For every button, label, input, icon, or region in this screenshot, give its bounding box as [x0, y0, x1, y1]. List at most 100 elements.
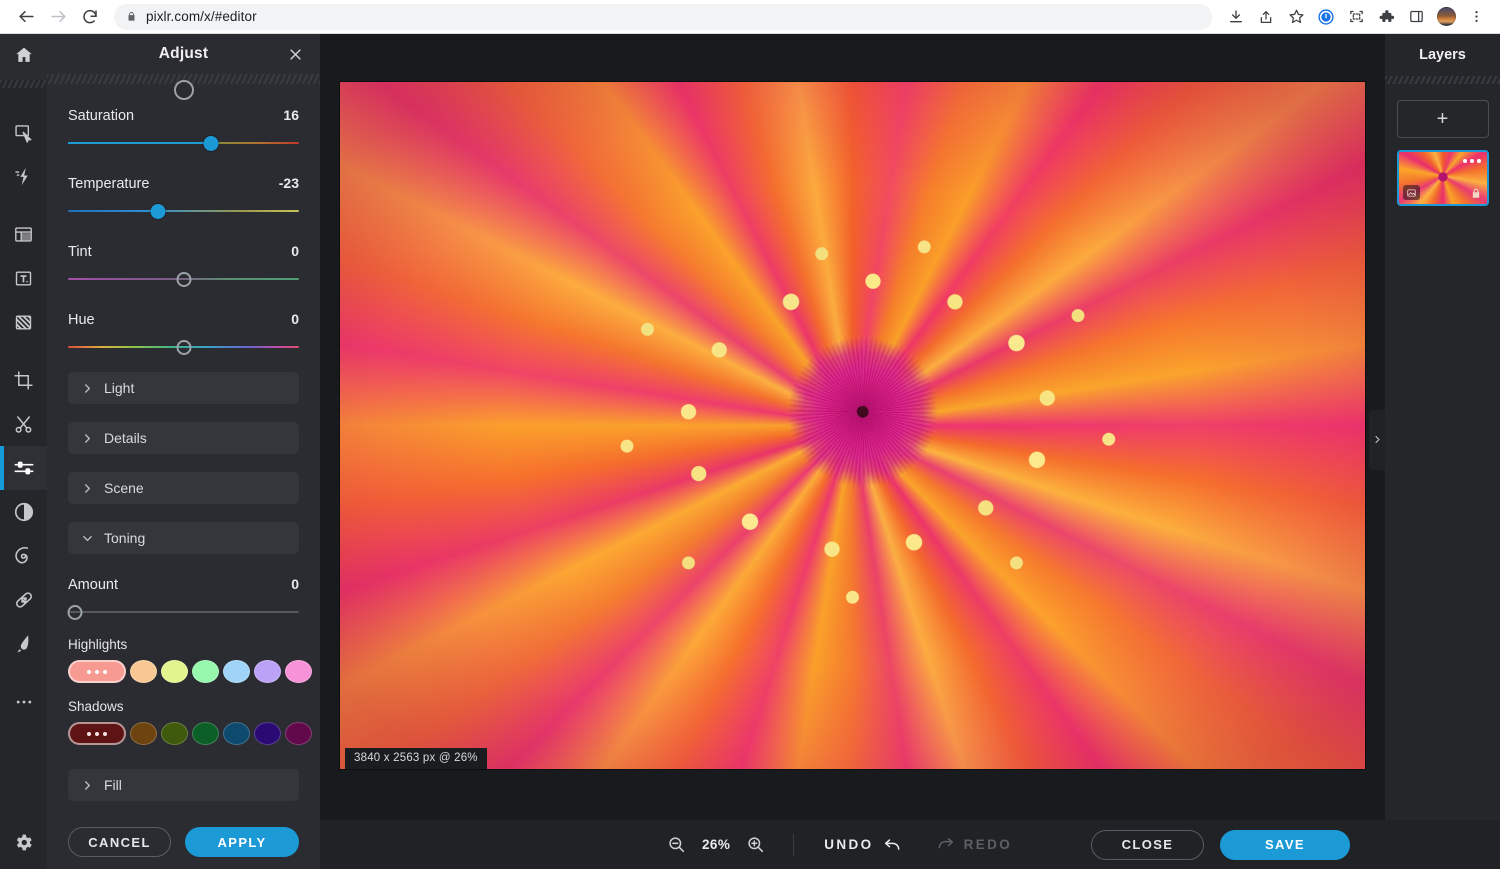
slider-label: Temperature [68, 176, 150, 192]
zoom-in-icon[interactable] [746, 835, 765, 854]
highlights-swatches [68, 660, 312, 683]
slider-track[interactable] [68, 134, 299, 152]
image-canvas[interactable]: 3840 x 2563 px @ 26% [340, 82, 1365, 769]
section-light[interactable]: Light [68, 372, 299, 404]
sidebar-item-pattern[interactable] [0, 300, 47, 344]
section-label: Toning [104, 530, 146, 546]
sidebar-item-draw[interactable] [0, 622, 47, 666]
slider-amount[interactable] [67, 603, 299, 621]
swatch-highlight-selected[interactable] [68, 660, 126, 683]
home-icon [14, 45, 34, 70]
section-scene[interactable]: Scene [68, 472, 299, 504]
slider-temperature[interactable]: Temperature -23 [68, 152, 299, 220]
layer-options-icon[interactable] [1462, 159, 1481, 163]
slider-track[interactable] [68, 270, 299, 288]
slider-track[interactable] [68, 338, 299, 356]
sidebar-item-more[interactable] [0, 680, 47, 724]
panel-scroll-divider [47, 74, 320, 84]
section-details[interactable]: Details [68, 422, 299, 454]
swatch-highlight[interactable] [223, 660, 250, 683]
slider-handle[interactable] [67, 605, 83, 620]
share-icon[interactable] [1252, 3, 1280, 31]
canvas-size-label: 3840 x 2563 px @ 26% [345, 748, 487, 769]
document-actions: CLOSE SAVE [1091, 829, 1350, 860]
settings-button[interactable] [0, 820, 47, 869]
zoom-level-label: 26% [702, 837, 731, 852]
sidebar-item-retouch[interactable] [0, 578, 47, 622]
section-fill[interactable]: Fill [68, 769, 299, 801]
spiral-icon [13, 545, 35, 567]
collapse-layers-chevron-icon[interactable] [1369, 409, 1385, 470]
sidebar-item-text[interactable] [0, 256, 47, 300]
slider-handle[interactable] [176, 272, 191, 287]
section-label: Light [104, 380, 135, 396]
swatch-shadow[interactable] [254, 722, 281, 745]
bookmark-star-icon[interactable] [1282, 3, 1310, 31]
password-manager-icon[interactable] [1312, 3, 1340, 31]
undo-label: UNDO [824, 837, 874, 852]
sidebar-item-cutout[interactable] [0, 402, 47, 446]
chevron-down-icon [82, 533, 98, 544]
slider-handle[interactable] [176, 340, 191, 355]
sidebar-item-arrange[interactable] [0, 110, 47, 154]
screen-capture-icon[interactable] [1342, 3, 1370, 31]
swatch-highlight[interactable] [192, 660, 219, 683]
canvas-stage[interactable]: 3840 x 2563 px @ 26% [320, 34, 1385, 845]
browser-toolbar: pixlr.com/x/#editor [0, 0, 1500, 34]
swatch-shadow-selected[interactable] [68, 722, 126, 745]
slider-handle[interactable] [203, 136, 219, 151]
swatch-shadow[interactable] [223, 722, 250, 745]
swatch-shadow[interactable] [285, 722, 312, 745]
sidebar-item-liquify[interactable] [0, 534, 47, 578]
chevron-right-icon [82, 433, 98, 444]
lock-icon[interactable] [1470, 187, 1482, 200]
lock-icon [126, 10, 137, 23]
shadows-label: Shadows [68, 699, 124, 714]
swatch-highlight[interactable] [254, 660, 281, 683]
save-button[interactable]: SAVE [1220, 829, 1350, 860]
swatch-highlight[interactable] [130, 660, 157, 683]
swatch-shadow[interactable] [161, 722, 188, 745]
slider-tint[interactable]: Tint 0 [68, 220, 299, 288]
browser-back-button[interactable] [10, 1, 42, 33]
swatch-highlight[interactable] [161, 660, 188, 683]
slider-label: Tint [68, 244, 92, 260]
slider-handle[interactable] [150, 204, 166, 219]
redo-button[interactable]: REDO [936, 835, 1013, 855]
sidebar-item-filter[interactable] [0, 490, 47, 534]
layer-item[interactable] [1396, 150, 1489, 206]
pixlr-editor-app: pixlr.com/x/#editor Adjust Saturation 16… [0, 0, 1500, 869]
section-toning[interactable]: Toning [68, 522, 299, 554]
sidebar-item-adjust[interactable] [0, 446, 47, 490]
adjust-sections: Light Details Scene Toning [68, 372, 299, 554]
profile-avatar[interactable] [1432, 3, 1460, 31]
swatch-shadow[interactable] [130, 722, 157, 745]
add-layer-button[interactable]: + [1396, 100, 1489, 138]
home-button[interactable] [0, 34, 47, 80]
close-button[interactable]: CLOSE [1091, 829, 1204, 860]
cancel-button[interactable]: CANCEL [68, 827, 172, 857]
swatch-highlight[interactable] [285, 660, 312, 683]
apply-button[interactable]: APPLY [185, 827, 299, 857]
close-icon[interactable] [284, 43, 306, 65]
sidebar-item-layout[interactable] [0, 212, 47, 256]
browser-menu-icon[interactable] [1462, 3, 1490, 31]
browser-reload-button[interactable] [74, 1, 106, 33]
amount-value: 0 [291, 576, 299, 592]
extensions-puzzle-icon[interactable] [1372, 3, 1400, 31]
swatch-shadow[interactable] [192, 722, 219, 745]
crop-icon [13, 370, 34, 391]
toning-content: Amount 0 Highlights Shadows Fill [67, 572, 312, 801]
download-icon[interactable] [1222, 3, 1250, 31]
slider-track[interactable] [68, 202, 299, 220]
browser-forward-button[interactable] [42, 1, 74, 33]
undo-button[interactable]: UNDO [824, 835, 901, 855]
address-bar[interactable]: pixlr.com/x/#editor [114, 3, 1212, 30]
side-panel-icon[interactable] [1402, 3, 1430, 31]
slider-hue[interactable]: Hue 0 [68, 288, 299, 356]
adjust-panel-header: Adjust [47, 34, 320, 74]
sidebar-item-crop[interactable] [0, 358, 47, 402]
sidebar-item-effects[interactable] [0, 154, 47, 198]
layers-scroll-divider [1385, 76, 1500, 84]
zoom-out-icon[interactable] [667, 835, 686, 854]
